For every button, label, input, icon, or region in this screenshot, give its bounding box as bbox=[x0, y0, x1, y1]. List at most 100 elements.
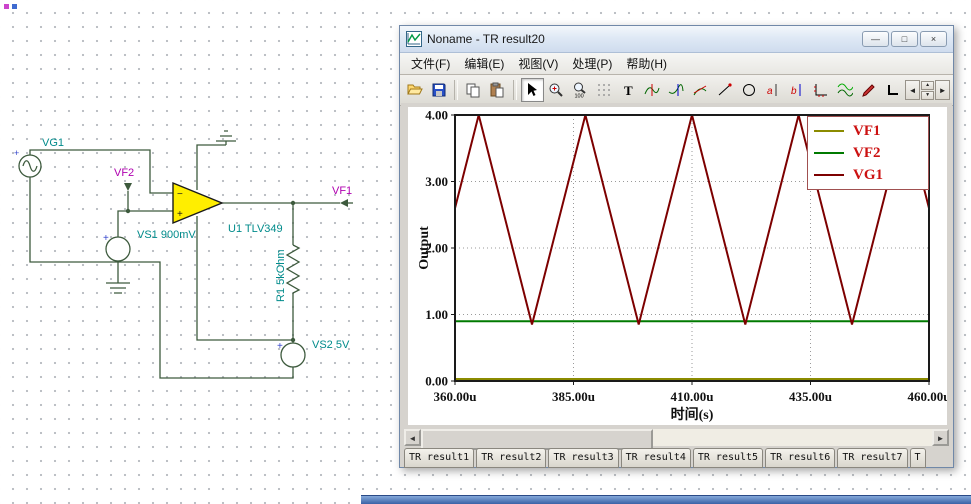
svg-text:4.00: 4.00 bbox=[425, 108, 448, 123]
svg-text:435.00u: 435.00u bbox=[789, 389, 832, 404]
circle-tool-button[interactable] bbox=[737, 78, 760, 102]
tab-tr-result1[interactable]: TR result1 bbox=[404, 448, 475, 468]
scroll-right-button[interactable]: ► bbox=[932, 429, 949, 446]
select-cursor-button[interactable] bbox=[520, 78, 544, 102]
r1-label: R1 5kOhm bbox=[275, 249, 287, 302]
menu-process[interactable]: 处理(P) bbox=[565, 53, 619, 74]
svg-text:460.00u: 460.00u bbox=[908, 389, 947, 404]
vf2-label: VF2 bbox=[114, 167, 134, 179]
tab-partial[interactable]: T bbox=[909, 448, 926, 468]
svg-text:385.00u: 385.00u bbox=[552, 389, 595, 404]
page-next-button[interactable]: ► bbox=[935, 80, 951, 100]
save-button[interactable] bbox=[427, 78, 450, 102]
interpolate-button[interactable] bbox=[641, 78, 664, 102]
text-icon: T bbox=[624, 83, 633, 98]
scrollbar-thumb[interactable] bbox=[421, 429, 653, 450]
tab-tr-result7[interactable]: TR result7 bbox=[837, 448, 908, 468]
cursor-b-button[interactable]: b bbox=[785, 78, 808, 102]
tangent-icon bbox=[694, 85, 707, 96]
annotation-pen-button[interactable] bbox=[857, 78, 880, 102]
vf1-probe[interactable] bbox=[340, 199, 353, 207]
tab-tr-result6[interactable]: TR result6 bbox=[765, 448, 836, 468]
magnifier-100-icon: 100 bbox=[574, 82, 587, 98]
tab-tr-result2[interactable]: TR result2 bbox=[476, 448, 547, 468]
page-prev-button[interactable]: ◄ bbox=[905, 80, 921, 100]
insert-text-button[interactable]: T bbox=[617, 78, 640, 102]
corner-tool-button[interactable] bbox=[881, 78, 904, 102]
line-icon bbox=[718, 83, 732, 96]
circle-icon bbox=[742, 84, 755, 96]
svg-text:b: b bbox=[791, 86, 797, 97]
svg-text:T: T bbox=[624, 83, 633, 98]
tangent-button[interactable] bbox=[689, 78, 712, 102]
junction-dot bbox=[125, 208, 131, 214]
menu-file[interactable]: 文件(F) bbox=[404, 53, 457, 74]
ground-symbol[interactable] bbox=[106, 282, 130, 294]
axes-icon bbox=[813, 84, 827, 97]
legend-label-vf1: VF1 bbox=[853, 122, 881, 139]
legend-entry: VF2 bbox=[814, 142, 922, 164]
zoom-100-button[interactable]: 100 bbox=[569, 78, 592, 102]
toolbar: 100 T a b ◄ ▲ ▼ ► bbox=[400, 75, 953, 106]
copy-button[interactable] bbox=[462, 78, 485, 102]
spin-down-button[interactable]: ▼ bbox=[921, 90, 935, 100]
menu-view[interactable]: 视图(V) bbox=[511, 53, 565, 74]
tab-tr-result5[interactable]: TR result5 bbox=[692, 448, 764, 468]
junction-dot bbox=[290, 200, 296, 206]
corner-icon bbox=[887, 85, 898, 95]
axes-settings-button[interactable] bbox=[809, 78, 832, 102]
vs2-label: VS2 5V bbox=[312, 339, 350, 351]
copy-icon bbox=[466, 83, 480, 98]
svg-text:+: + bbox=[14, 148, 19, 158]
svg-text:+: + bbox=[103, 233, 109, 244]
result-tabs: TR result1 TR result2 TR result3 TR resu… bbox=[404, 448, 951, 468]
svg-text:1.00: 1.00 bbox=[425, 307, 448, 322]
legend-label-vf2: VF2 bbox=[853, 144, 881, 161]
slope-button[interactable] bbox=[713, 78, 736, 102]
svg-text:Output: Output bbox=[417, 226, 432, 270]
menubar: 文件(F) 编辑(E) 视图(V) 处理(P) 帮助(H) bbox=[400, 53, 953, 75]
cursor-arrow-icon bbox=[528, 83, 538, 96]
zoom-in-button[interactable] bbox=[545, 78, 568, 102]
vg1-generator[interactable]: + bbox=[14, 148, 42, 178]
tr-result-window: Noname - TR result20 — □ × 文件(F) 编辑(E) 视… bbox=[399, 25, 954, 468]
magnifier-plus-icon bbox=[549, 83, 564, 97]
cursor-a-button[interactable]: a bbox=[761, 78, 784, 102]
smooth-button[interactable] bbox=[665, 78, 688, 102]
junction-dot bbox=[290, 337, 296, 343]
scrollbar-track[interactable] bbox=[421, 429, 932, 450]
svg-text:0.00: 0.00 bbox=[425, 374, 448, 389]
waves-icon bbox=[837, 83, 853, 97]
paste-button[interactable] bbox=[486, 78, 509, 102]
menu-help[interactable]: 帮助(H) bbox=[619, 53, 674, 74]
floppy-disk-icon bbox=[432, 83, 446, 97]
vs1-source[interactable]: + bbox=[103, 233, 131, 262]
vs2-source[interactable]: + bbox=[277, 341, 306, 368]
svg-text:时间(s): 时间(s) bbox=[671, 406, 714, 423]
chart-panel: 360.00u 385.00u 410.00u 435.00u 460.00u 0.00 1… bbox=[408, 107, 950, 425]
tab-tr-result4[interactable]: TR result4 bbox=[620, 448, 691, 468]
spin-up-button[interactable]: ▲ bbox=[921, 80, 935, 90]
legend-entry: VG1 bbox=[814, 164, 922, 186]
tab-tr-result3[interactable]: TR result3 bbox=[548, 448, 619, 468]
titlebar[interactable]: Noname - TR result20 — □ × bbox=[400, 26, 953, 53]
scroll-left-button[interactable]: ◄ bbox=[404, 429, 421, 446]
resistor-r1[interactable] bbox=[285, 244, 301, 294]
origin-marker bbox=[4, 4, 17, 9]
svg-text:+: + bbox=[177, 209, 183, 220]
svg-text:3.00: 3.00 bbox=[425, 174, 448, 189]
grid-toggle-button[interactable] bbox=[593, 78, 616, 102]
curve-style-button[interactable] bbox=[833, 78, 856, 102]
minimize-button[interactable]: — bbox=[862, 31, 889, 47]
vg1-label: VG1 bbox=[42, 137, 64, 149]
open-button[interactable] bbox=[403, 78, 426, 102]
svg-text:−: − bbox=[177, 189, 183, 200]
menu-edit[interactable]: 编辑(E) bbox=[457, 53, 511, 74]
legend-swatch-vf1 bbox=[814, 130, 844, 132]
vf2-probe[interactable] bbox=[124, 183, 132, 191]
close-button[interactable]: × bbox=[920, 31, 947, 47]
maximize-button[interactable]: □ bbox=[891, 31, 918, 47]
open-folder-icon bbox=[406, 84, 423, 95]
ground-symbol[interactable] bbox=[216, 130, 236, 145]
toolbar-separator bbox=[454, 80, 458, 100]
